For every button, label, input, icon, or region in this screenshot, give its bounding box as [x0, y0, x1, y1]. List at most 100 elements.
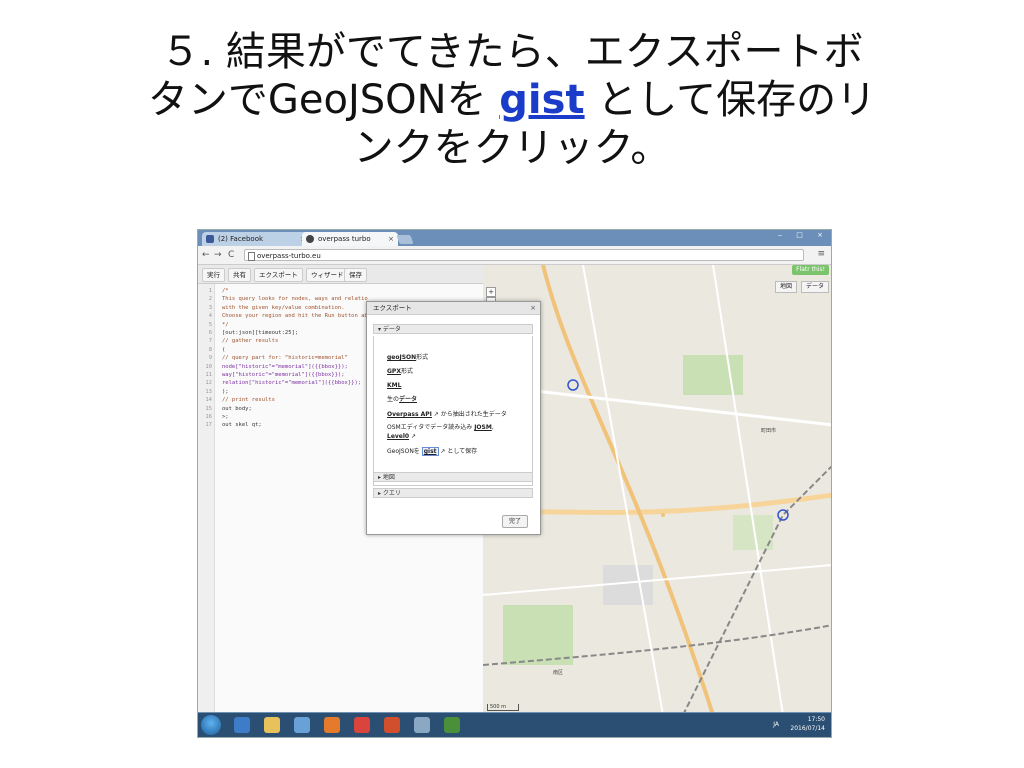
clock-time: 17:50 [807, 716, 825, 723]
gist-link[interactable]: gist [421, 447, 439, 456]
line-number: 1 [208, 288, 212, 294]
code-text: */ [222, 321, 229, 328]
line-number: 6 [208, 330, 212, 336]
done-button[interactable]: 完了 [501, 515, 528, 528]
code-text: with the given key/value combination. [222, 304, 345, 311]
code-text: // print results [222, 397, 275, 404]
map-label: 南区 [553, 670, 564, 676]
folder-icon[interactable] [264, 717, 280, 733]
export-raw-data-option[interactable]: 生のデータ [387, 396, 417, 404]
clock-date: 2016/07/14 [790, 725, 825, 732]
save-button[interactable]: 保存 [344, 268, 367, 282]
line-number: 2 [208, 296, 212, 303]
export-josm-option[interactable]: OSMエディタでデータ読み込み JOSM, [387, 424, 494, 432]
code-line: 1 /* [198, 288, 483, 296]
share-button[interactable]: 共有 [228, 268, 251, 282]
close-icon[interactable]: × [388, 232, 394, 246]
line-number: 12 [205, 380, 212, 387]
code-text: // gather results [222, 338, 279, 345]
reload-button[interactable]: C [228, 249, 234, 261]
line-number: 7 [208, 338, 212, 345]
url-field[interactable]: overpass-turbo.eu [244, 249, 804, 261]
flattr-button[interactable]: Flatr this! [792, 265, 829, 275]
code-text: // query part for: “historic=memorial” [222, 355, 348, 362]
title-line-2-pre: タンでGeoJSONを [147, 77, 500, 123]
export-kml-option[interactable]: KML [387, 382, 401, 390]
windows-taskbar: JA 17:50 2016/07/14 [198, 712, 831, 737]
address-bar-row: ← → C overpass-turbo.eu ≡ [198, 246, 831, 265]
back-button[interactable]: ← [202, 249, 210, 261]
overpass-icon [306, 235, 314, 243]
url-text: overpass-turbo.eu [257, 252, 321, 260]
new-tab-button[interactable] [396, 235, 414, 244]
export-button[interactable]: エクスポート [254, 268, 303, 282]
line-number: 8 [208, 346, 212, 353]
line-number: 17 [205, 422, 212, 429]
title-line-1: ５. 結果がでてきたら、エクスポートボ [160, 29, 864, 75]
tab-overpass-turbo[interactable]: overpass turbo × [302, 232, 398, 246]
code-text: /* [222, 288, 229, 294]
export-level0-option[interactable]: Level0 ↗ [387, 433, 416, 441]
dialog-header: エクスポート × [367, 302, 540, 315]
tab-data[interactable]: データ [800, 281, 829, 293]
clock[interactable]: 17:50 2016/07/14 [790, 715, 825, 733]
tab-facebook[interactable]: (2) Facebook × [202, 232, 310, 246]
close-icon[interactable]: × [530, 302, 536, 314]
line-number: 4 [208, 313, 212, 320]
line-number: 16 [205, 414, 212, 420]
title-line-2: タンでGeoJSONを gist として保存のリ [40, 76, 984, 124]
tab-map[interactable]: 地図 [774, 281, 797, 293]
chrome-app-icon[interactable] [444, 717, 460, 733]
language-indicator[interactable]: JA [773, 721, 779, 728]
code-text: out body; [222, 405, 252, 412]
start-button[interactable] [201, 715, 221, 735]
zoom-in-button[interactable]: + [486, 287, 496, 297]
tool-icon[interactable] [414, 717, 430, 733]
dialog-title: エクスポート [373, 304, 412, 312]
slide-title: ５. 結果がでてきたら、エクスポートボ タンでGeoJSONを gist として… [40, 28, 984, 172]
section-query-header[interactable]: ▸ クエリ [373, 488, 533, 498]
chrome-icon[interactable] [354, 717, 370, 733]
code-text: [out:json][timeout:25]; [222, 330, 299, 336]
line-number: 5 [208, 321, 212, 328]
title-line-2-post: として保存のリ [584, 77, 877, 123]
media-icon[interactable] [294, 717, 310, 733]
code-text: >; [222, 414, 229, 420]
line-number: 10 [205, 363, 212, 370]
line-number: 11 [205, 372, 212, 378]
tab-label: overpass turbo [318, 235, 371, 243]
line-number: 13 [205, 388, 212, 395]
run-button[interactable]: 実行 [202, 268, 225, 282]
code-text: ( [222, 346, 226, 353]
window-controls[interactable]: ‒ □ × [778, 231, 829, 239]
export-dialog: エクスポート × ▾ データ geoJSON形式 GPX形式 KML 生のデータ… [366, 301, 541, 535]
firefox-icon[interactable] [324, 717, 340, 733]
code-text: ); [222, 388, 229, 395]
browser-tab-bar: (2) Facebook × overpass turbo × ‒ □ × [198, 230, 831, 246]
gist-link[interactable]: gist [499, 77, 584, 123]
section-data-header[interactable]: ▾ データ [373, 324, 533, 334]
map-scale: 500 m [487, 704, 519, 711]
export-gpx-option[interactable]: GPX形式 [387, 368, 413, 376]
title-line-3: ンクをクリック。 [353, 125, 671, 171]
powerpoint-icon[interactable] [384, 717, 400, 733]
code-text: way["historic"="memorial"]({{bbox}}); [222, 372, 345, 378]
export-overpass-api-option[interactable]: Overpass API ↗ から抽出された生データ [387, 411, 507, 419]
facebook-icon [206, 235, 214, 243]
tab-label: (2) Facebook [218, 235, 264, 243]
export-gist-option[interactable]: GeoJSONを gist ↗ として保存 [387, 447, 477, 456]
export-geojson-option[interactable]: geoJSON形式 [387, 354, 428, 362]
section-map-header[interactable]: ▸ 地図 [373, 472, 533, 482]
wizard-button[interactable]: ウィザード [306, 268, 349, 282]
browser-screenshot: (2) Facebook × overpass turbo × ‒ □ × ← … [197, 229, 832, 738]
line-number: 9 [208, 355, 212, 362]
forward-button[interactable]: → [214, 249, 222, 261]
line-number: 15 [205, 405, 212, 412]
code-text: out skel qt; [222, 422, 262, 429]
code-text: node["historic"="memorial"]({{bbox}}); [222, 363, 348, 370]
code-text: Choose your region and hit the Run butto… [222, 313, 372, 320]
overpass-app: 実行 共有 エクスポート ウィザード 保存 1 /* 2 This query loo… [198, 265, 831, 715]
line-number: 3 [208, 304, 212, 311]
menu-icon[interactable]: ≡ [817, 249, 825, 259]
ie-icon[interactable] [234, 717, 250, 733]
